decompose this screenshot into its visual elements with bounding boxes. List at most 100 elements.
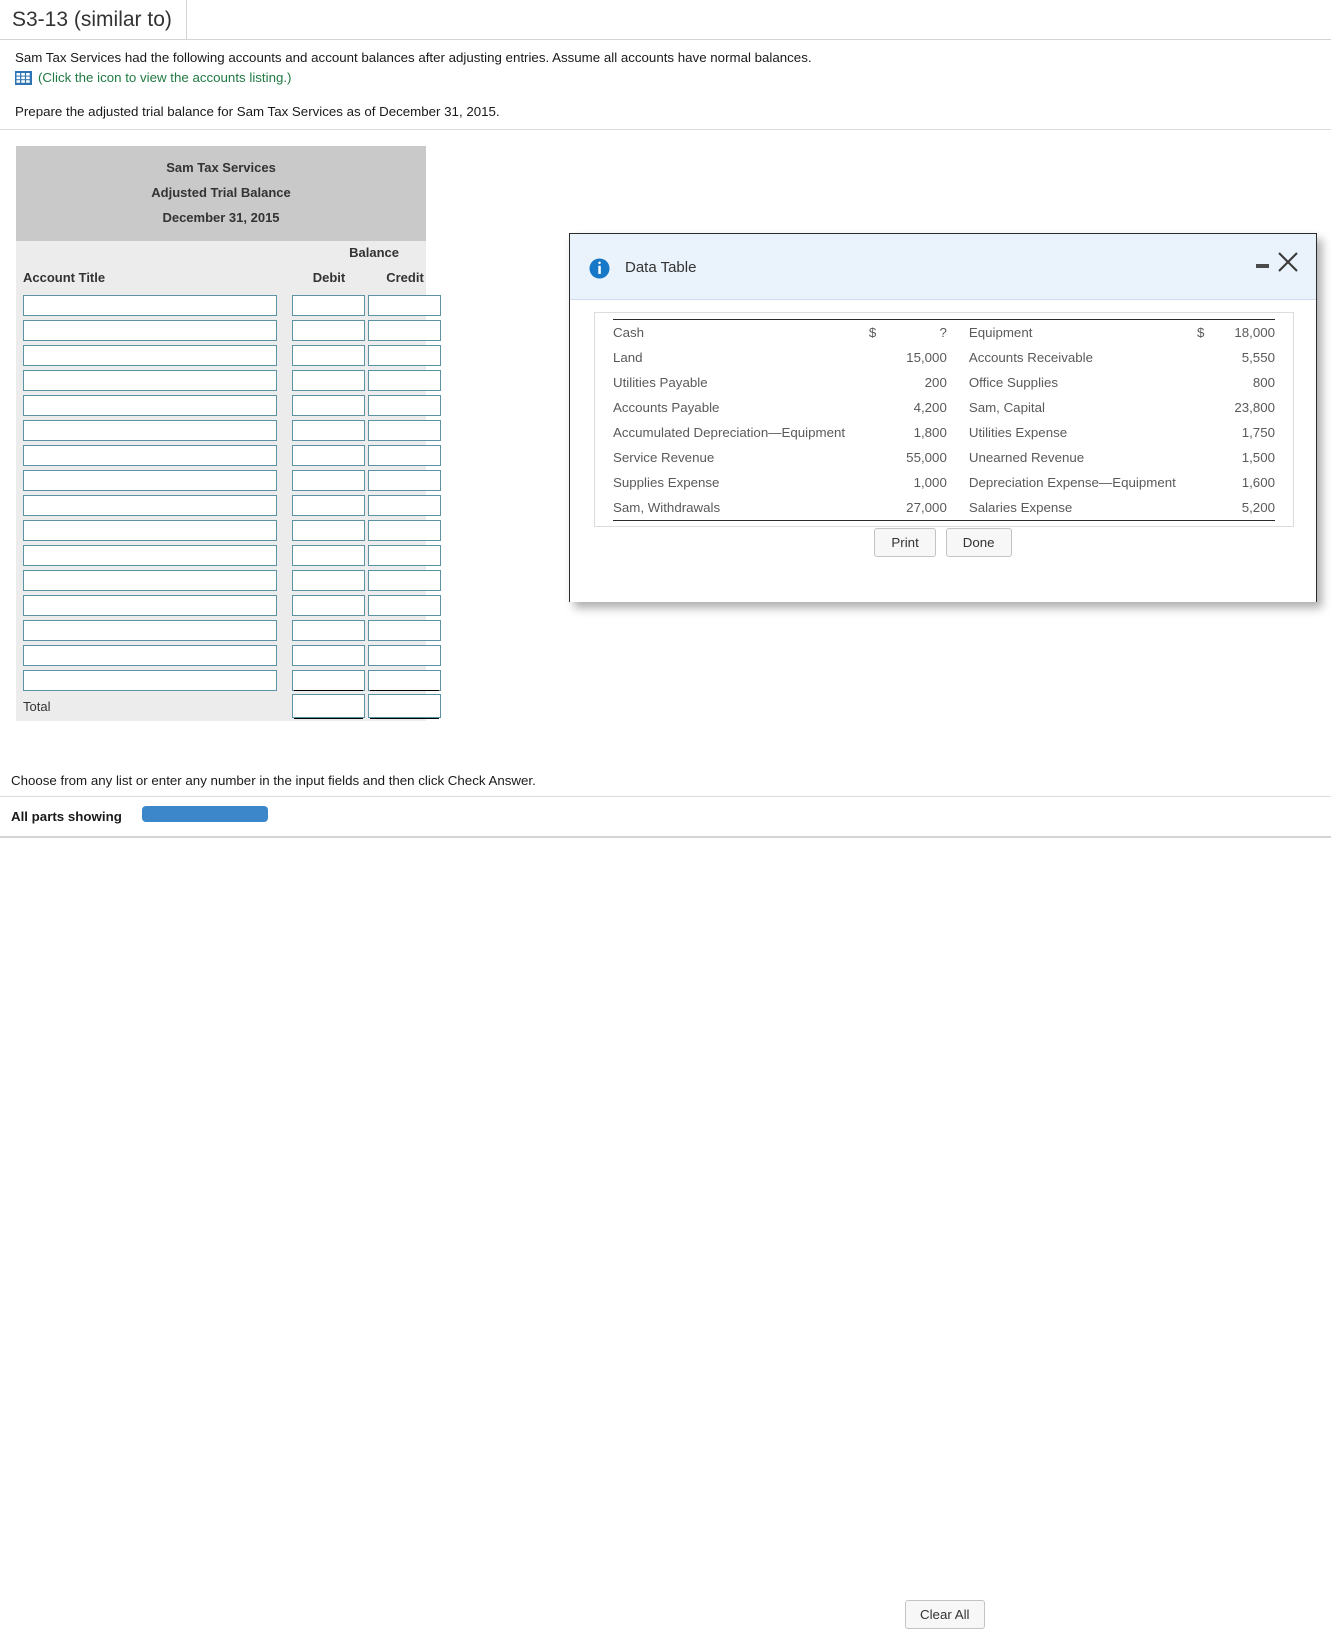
- credit-input[interactable]: [368, 520, 441, 541]
- debit-input[interactable]: [292, 620, 365, 641]
- tab-label: S3-13 (similar to): [12, 8, 172, 31]
- credit-input[interactable]: [368, 295, 441, 316]
- currency-symbol-left: [869, 420, 885, 445]
- clear-all-button[interactable]: Clear All: [905, 1600, 985, 1629]
- dialog-title: Data Table: [625, 259, 697, 276]
- data-table-row: Land 15,000 Accounts Receivable 5,550: [613, 345, 1275, 370]
- credit-input[interactable]: [368, 645, 441, 666]
- credit-input[interactable]: [368, 320, 441, 341]
- account-value-right: 5,550: [1241, 350, 1275, 365]
- account-title-input[interactable]: [23, 370, 277, 391]
- credit-input[interactable]: [368, 395, 441, 416]
- worksheet-row: [16, 343, 441, 368]
- account-name-left: Sam, Withdrawals: [613, 500, 721, 515]
- account-value-left: 15,000: [906, 350, 947, 365]
- account-value-right: 1,500: [1241, 450, 1275, 465]
- account-value-right: 23,800: [1234, 400, 1275, 415]
- account-name-left: Service Revenue: [613, 450, 715, 465]
- data-table-row: Accounts Payable 4,200 Sam, Capital 23,800: [613, 395, 1275, 420]
- credit-input[interactable]: [368, 595, 441, 616]
- table-grid-icon[interactable]: [15, 70, 32, 85]
- credit-input[interactable]: [368, 670, 441, 691]
- account-title-input[interactable]: [23, 495, 277, 516]
- debit-input[interactable]: [292, 520, 365, 541]
- minimize-icon[interactable]: [1256, 264, 1269, 268]
- worksheet-entry-rows: [16, 293, 441, 693]
- credit-input[interactable]: [368, 470, 441, 491]
- credit-input[interactable]: [368, 495, 441, 516]
- total-credit-input[interactable]: [368, 694, 441, 718]
- debit-input[interactable]: [292, 545, 365, 566]
- account-title-input[interactable]: [23, 395, 277, 416]
- data-table-row: Supplies Expense 1,000 Depreciation Expens…: [613, 470, 1275, 495]
- column-group-header-balance: Balance: [349, 245, 399, 260]
- debit-input[interactable]: [292, 395, 365, 416]
- tab-s3-13[interactable]: S3-13 (similar to): [0, 0, 187, 40]
- debit-input[interactable]: [292, 445, 365, 466]
- credit-subtotal-rule: [370, 690, 439, 691]
- credit-input[interactable]: [368, 545, 441, 566]
- credit-input[interactable]: [368, 420, 441, 441]
- data-table-row: Accumulated Depreciation—Equipment 1,800 U…: [613, 420, 1275, 445]
- close-icon[interactable]: [1274, 248, 1302, 276]
- hint-text: Choose from any list or enter any number…: [11, 773, 536, 788]
- account-title-input[interactable]: [23, 345, 277, 366]
- account-title-input[interactable]: [23, 620, 277, 641]
- info-icon: [589, 258, 610, 279]
- credit-input[interactable]: [368, 570, 441, 591]
- worksheet-statement-name: Adjusted Trial Balance: [151, 185, 291, 200]
- account-title-input[interactable]: [23, 545, 277, 566]
- debit-input[interactable]: [292, 295, 365, 316]
- credit-input[interactable]: [368, 370, 441, 391]
- worksheet-row: [16, 618, 441, 643]
- account-title-input[interactable]: [23, 295, 277, 316]
- worksheet-row: [16, 568, 441, 593]
- accounts-listing-link-row[interactable]: (Click the icon to view the accounts lis…: [15, 70, 292, 85]
- done-button[interactable]: Done: [945, 528, 1012, 557]
- credit-input[interactable]: [368, 620, 441, 641]
- account-title-input[interactable]: [23, 320, 277, 341]
- currency-symbol-left: [869, 370, 885, 395]
- credit-input[interactable]: [368, 345, 441, 366]
- account-name-left: Accounts Payable: [613, 400, 720, 415]
- problem-statement: Sam Tax Services had the following accou…: [0, 40, 1331, 130]
- debit-input[interactable]: [292, 470, 365, 491]
- debit-input[interactable]: [292, 495, 365, 516]
- debit-input[interactable]: [292, 595, 365, 616]
- debit-input[interactable]: [292, 345, 365, 366]
- debit-input[interactable]: [292, 570, 365, 591]
- worksheet-row: [16, 668, 441, 693]
- account-title-input[interactable]: [23, 445, 277, 466]
- debit-input[interactable]: [292, 370, 365, 391]
- debit-input[interactable]: [292, 320, 365, 341]
- account-title-input[interactable]: [23, 420, 277, 441]
- currency-symbol-right: [1197, 445, 1213, 470]
- debit-input[interactable]: [292, 420, 365, 441]
- account-title-input[interactable]: [23, 470, 277, 491]
- account-title-input[interactable]: [23, 570, 277, 591]
- debit-input[interactable]: [292, 670, 365, 691]
- account-title-input[interactable]: [23, 520, 277, 541]
- column-gap: [947, 470, 969, 495]
- debit-input[interactable]: [292, 645, 365, 666]
- data-table-row: Sam, Withdrawals 27,000 Salaries Expense 5,…: [613, 495, 1275, 521]
- print-button[interactable]: Print: [874, 528, 936, 557]
- worksheet-column-headers: Balance Account Title Debit Credit: [16, 241, 426, 293]
- accounts-listing-link-label[interactable]: (Click the icon to view the accounts lis…: [38, 70, 292, 85]
- account-name-right: Office Supplies: [968, 375, 1059, 390]
- account-title-input[interactable]: [23, 670, 277, 691]
- account-name-right: Equipment: [968, 325, 1033, 340]
- credit-input[interactable]: [368, 445, 441, 466]
- account-value-left: 200: [924, 375, 947, 390]
- total-debit-input[interactable]: [292, 694, 365, 718]
- currency-symbol-left: [869, 470, 885, 495]
- account-title-input[interactable]: [23, 645, 277, 666]
- account-name-right: Depreciation Expense—Equipment: [968, 475, 1176, 490]
- dialog-title-bar: Data Table: [570, 234, 1316, 300]
- account-name-left: Land: [613, 350, 643, 365]
- column-gap: [947, 345, 969, 370]
- account-name-right: Utilities Expense: [968, 425, 1068, 440]
- account-title-input[interactable]: [23, 595, 277, 616]
- account-name-right: Accounts Receivable: [968, 350, 1094, 365]
- parts-progress-bar: [142, 806, 268, 822]
